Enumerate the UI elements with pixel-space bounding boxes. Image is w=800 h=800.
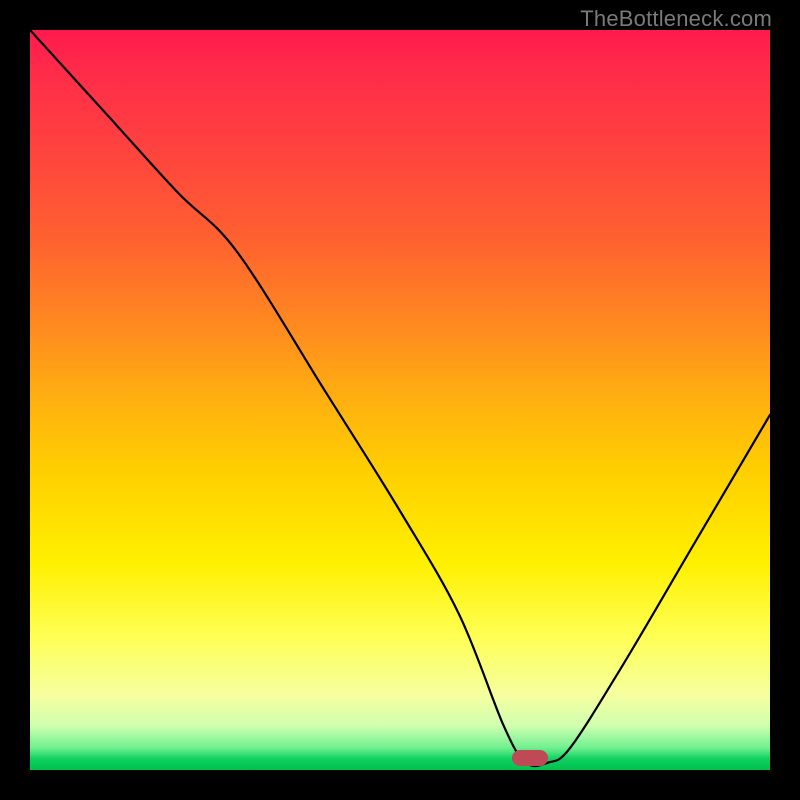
watermark-text: TheBottleneck.com bbox=[580, 6, 772, 32]
optimum-marker bbox=[512, 750, 548, 766]
chart-frame: TheBottleneck.com bbox=[0, 0, 800, 800]
plot-area bbox=[30, 30, 770, 770]
bottleneck-curve bbox=[30, 30, 770, 770]
